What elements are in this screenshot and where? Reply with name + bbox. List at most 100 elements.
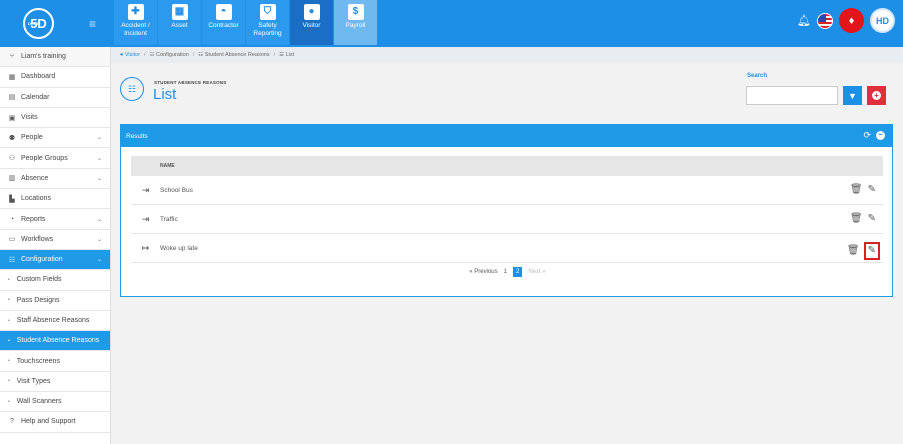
page-kicker: STUDENT ABSENCE REASONS bbox=[154, 80, 227, 85]
topnav-payroll[interactable]: $ Payroll bbox=[334, 0, 377, 45]
us-flag-icon[interactable] bbox=[817, 12, 833, 29]
sidebar-item-label: Help and Support bbox=[21, 418, 76, 426]
sidebar-item-label: Locations bbox=[21, 195, 51, 203]
column-header-name[interactable]: NAME bbox=[160, 163, 175, 169]
sidebar-item-visits[interactable]: ▣ Visits bbox=[0, 108, 110, 129]
collapse-icon[interactable]: − bbox=[876, 131, 885, 140]
pagination: « Previous 1 2 Next » bbox=[121, 267, 894, 277]
sidebar-item-people[interactable]: ⚉ People ⌄ bbox=[0, 128, 110, 149]
pager-page-1[interactable]: 1 bbox=[504, 269, 507, 275]
breadcrumb-visitor[interactable]: ● Visitor bbox=[120, 52, 140, 58]
topnav-contractor[interactable]: ◓ Contractor bbox=[202, 0, 245, 45]
chevron-down-icon: ⌄ bbox=[96, 175, 102, 182]
table-header: NAME bbox=[131, 156, 883, 176]
pencil-icon[interactable]: ✎ bbox=[867, 184, 877, 196]
topnav-label: Asset bbox=[171, 22, 188, 29]
boxes-icon: ▦ bbox=[171, 4, 188, 20]
logo[interactable]: DIGIT 5D bbox=[23, 8, 54, 39]
pager-previous[interactable]: « Previous bbox=[469, 269, 497, 275]
bullet-icon: • bbox=[8, 398, 10, 405]
pager-next[interactable]: Next » bbox=[528, 269, 545, 275]
sidebar-subitem-custom-fields[interactable]: • Custom Fields bbox=[0, 270, 110, 291]
sidebar-item-workflows[interactable]: ▭ Workflows ⌄ bbox=[0, 230, 110, 250]
pencil-icon[interactable]: ✎ bbox=[867, 213, 877, 225]
topnav-safety-reporting[interactable]: ⛉ Safety Reporting bbox=[246, 0, 289, 45]
people-groups-icon: ⚇ bbox=[8, 155, 16, 163]
panel-tools: ⟳ − bbox=[863, 131, 885, 140]
breadcrumb-configuration[interactable]: ☷ Configuration bbox=[150, 52, 189, 58]
sidebar-item-label: Dashboard bbox=[21, 73, 56, 81]
sidebar-item-help[interactable]: ? Help and Support bbox=[0, 412, 110, 433]
coins-icon: $ bbox=[347, 4, 364, 20]
topnav-accident-incident[interactable]: ✚ Accident / Incident bbox=[114, 0, 157, 45]
breadcrumb-separator: / bbox=[144, 52, 146, 58]
topnav-visitor[interactable]: ● Visitor bbox=[290, 0, 333, 45]
sidebar-item-label: Liam's training bbox=[21, 53, 66, 61]
sidebar-item-absence[interactable]: ▥ Absence ⌄ bbox=[0, 169, 110, 190]
row-actions: 🗑︎ ✎ bbox=[850, 184, 877, 196]
topnav-label: Contractor bbox=[208, 22, 239, 29]
table-row: ↦ Woke up late 🗑︎ ✎ bbox=[131, 234, 883, 263]
sidebar-item-training[interactable]: ⑂ Liam's training bbox=[0, 47, 110, 68]
chevron-down-icon: ⌄ bbox=[96, 216, 102, 223]
sidebar-item-locations[interactable]: ▙ Locations bbox=[0, 189, 110, 210]
hamburger-menu-icon[interactable]: ≡ bbox=[89, 17, 96, 31]
sidebar-item-label: Workflows bbox=[21, 235, 54, 243]
refresh-icon[interactable]: ⟳ bbox=[863, 131, 871, 140]
sidebar-item-label: Calendar bbox=[21, 93, 50, 101]
sidebar-subitem-student-absence-reasons[interactable]: • Student Absence Reasons bbox=[0, 331, 110, 352]
sidebar-item-dashboard[interactable]: ▦ Dashboard bbox=[0, 67, 110, 88]
filter-icon: ▼ bbox=[848, 90, 857, 101]
logo-area: DIGIT 5D ≡ bbox=[0, 0, 111, 47]
search-label: Search bbox=[747, 73, 768, 79]
filter-button[interactable]: ▼ bbox=[843, 86, 862, 105]
pencil-icon[interactable]: ✎ bbox=[863, 242, 880, 260]
trash-icon[interactable]: 🗑︎ bbox=[850, 213, 863, 225]
topnav-label: Visitor bbox=[302, 22, 321, 29]
blood-drop-icon[interactable]: ♦ bbox=[839, 8, 864, 33]
breadcrumb-label: List bbox=[285, 52, 295, 58]
list-circle-icon: ☷ bbox=[120, 77, 144, 101]
person-icon: ● bbox=[303, 4, 320, 20]
sidebar-subitem-staff-absence-reasons[interactable]: • Staff Absence Reasons bbox=[0, 311, 110, 332]
dashboard-icon: ▦ bbox=[8, 73, 16, 81]
sidebar-subitem-visit-types[interactable]: • Visit Types bbox=[0, 372, 110, 393]
trash-icon[interactable]: 🗑︎ bbox=[850, 184, 863, 196]
sidebar-item-label: People Groups bbox=[21, 154, 68, 162]
workflows-icon: ▭ bbox=[8, 236, 16, 244]
sidebar-item-label: Visits bbox=[21, 114, 38, 122]
breadcrumb-separator: / bbox=[192, 52, 195, 58]
sidebar-item-people-groups[interactable]: ⚇ People Groups ⌄ bbox=[0, 148, 110, 169]
results-panel-header: Results ⟳ − bbox=[121, 125, 892, 147]
sidebar-item-label: People bbox=[21, 134, 43, 142]
sidebar-item-calendar[interactable]: ▤ Calendar bbox=[0, 88, 110, 108]
bullet-icon: • bbox=[8, 337, 10, 344]
search-input[interactable] bbox=[746, 86, 838, 105]
topnav-asset[interactable]: ▦ Asset bbox=[158, 0, 201, 45]
breadcrumb-label: Visitor bbox=[124, 52, 141, 58]
topnav-label: Safety Reporting bbox=[253, 22, 282, 37]
topnav-label: Accident / Incident bbox=[121, 22, 150, 37]
pager-page-2[interactable]: 2 bbox=[513, 267, 523, 277]
row-actions: 🗑︎ ✎ bbox=[850, 213, 877, 225]
visits-icon: ▣ bbox=[8, 114, 16, 122]
hardhat-icon: ◓ bbox=[215, 4, 232, 20]
bell-icon[interactable]: 🔔︎ bbox=[797, 14, 811, 27]
sidebar-subitem-touchscreens[interactable]: • Touchscreens bbox=[0, 351, 110, 372]
sidebar-item-label: Custom Fields bbox=[16, 276, 62, 284]
results-title: Results bbox=[126, 132, 148, 140]
trash-icon[interactable]: 🗑︎ bbox=[847, 245, 860, 257]
sidebar-item-reports[interactable]: ◔ Reports ⌄ bbox=[0, 209, 110, 230]
sidebar-item-configuration[interactable]: ☷ Configuration ⌄ bbox=[0, 249, 110, 271]
branch-icon: ⑂ bbox=[9, 53, 15, 61]
sidebar-subitem-pass-designs[interactable]: • Pass Designs bbox=[0, 291, 110, 311]
add-button[interactable]: + bbox=[867, 86, 886, 105]
chevron-down-icon: ⌄ bbox=[96, 257, 102, 264]
bullet-icon: • bbox=[8, 378, 10, 385]
breadcrumb-label: Configuration bbox=[156, 52, 189, 58]
sidebar-item-label: Configuration bbox=[21, 256, 63, 264]
configuration-icon: ☷ bbox=[8, 256, 16, 264]
avatar[interactable]: HD bbox=[870, 8, 895, 33]
sidebar-subitem-wall-scanners[interactable]: • Wall Scanners bbox=[0, 392, 110, 413]
breadcrumb-student-absence-reasons[interactable]: ☷ Student Absence Reasons bbox=[198, 52, 269, 58]
